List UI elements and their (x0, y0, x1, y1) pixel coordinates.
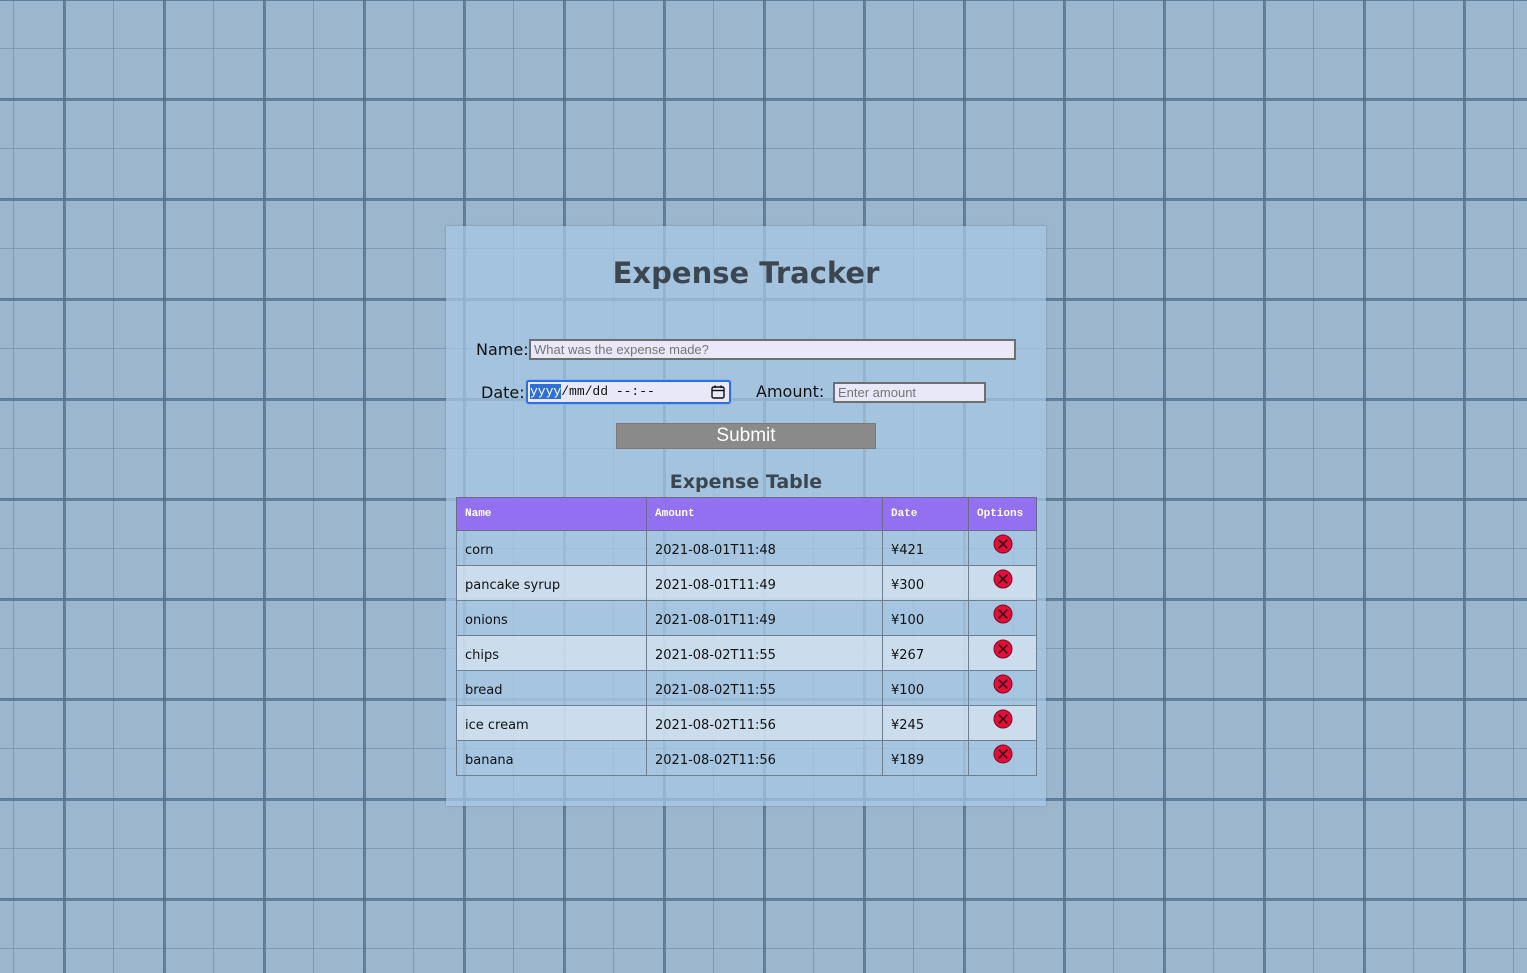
cell-name: banana (456, 740, 647, 776)
cell-date: ¥267 (882, 635, 969, 671)
cell-amount: 2021-08-01T11:49 (646, 600, 883, 636)
cell-options (968, 705, 1037, 741)
cell-name: chips (456, 635, 647, 671)
column-header-name: Name (456, 497, 647, 531)
cell-name: corn (456, 530, 647, 566)
cell-options (968, 530, 1037, 566)
calendar-icon[interactable] (711, 385, 725, 399)
amount-label: Amount: (756, 382, 825, 401)
cell-date: ¥100 (882, 600, 969, 636)
date-rest-segment[interactable]: /mm/dd --:-- (561, 384, 655, 399)
column-header-options: Options (968, 497, 1037, 531)
expense-tracker-card: Expense Tracker Name: Date: yyyy/mm/dd -… (446, 226, 1046, 806)
delete-icon[interactable] (993, 534, 1013, 554)
table-header-row: Name Amount Date Options (456, 497, 1037, 531)
cell-options (968, 600, 1037, 636)
cell-options (968, 670, 1037, 706)
amount-input[interactable] (833, 382, 986, 403)
date-year-segment[interactable]: yyyy (530, 384, 562, 399)
cell-date: ¥421 (882, 530, 969, 566)
cell-amount: 2021-08-02T11:56 (646, 740, 883, 776)
cell-amount: 2021-08-01T11:49 (646, 565, 883, 601)
delete-icon[interactable] (993, 674, 1013, 694)
cell-amount: 2021-08-02T11:55 (646, 670, 883, 706)
delete-icon[interactable] (993, 709, 1013, 729)
table-row: corn 2021-08-01T11:48 ¥421 (456, 530, 1037, 566)
table-row: onions 2021-08-01T11:49 ¥100 (456, 600, 1037, 636)
name-label: Name: (476, 340, 529, 359)
cell-date: ¥300 (882, 565, 969, 601)
cell-options (968, 565, 1037, 601)
submit-button[interactable]: Submit (616, 423, 876, 449)
cell-date: ¥245 (882, 705, 969, 741)
cell-date: ¥100 (882, 670, 969, 706)
cell-amount: 2021-08-02T11:56 (646, 705, 883, 741)
cell-name: pancake syrup (456, 565, 647, 601)
table-row: banana 2021-08-02T11:56 ¥189 (456, 740, 1037, 776)
table-row: ice cream 2021-08-02T11:56 ¥245 (456, 705, 1037, 741)
cell-options (968, 740, 1037, 776)
expense-table-title: Expense Table (669, 471, 823, 493)
cell-name: bread (456, 670, 647, 706)
cell-amount: 2021-08-01T11:48 (646, 530, 883, 566)
table-row: bread 2021-08-02T11:55 ¥100 (456, 670, 1037, 706)
table-row: pancake syrup 2021-08-01T11:49 ¥300 (456, 565, 1037, 601)
table-row: chips 2021-08-02T11:55 ¥267 (456, 635, 1037, 671)
expense-table: Name Amount Date Options corn 2021-08-01… (456, 497, 1037, 776)
cell-amount: 2021-08-02T11:55 (646, 635, 883, 671)
delete-icon[interactable] (993, 569, 1013, 589)
page-title: Expense Tracker (612, 256, 880, 290)
cell-date: ¥189 (882, 740, 969, 776)
delete-icon[interactable] (993, 744, 1013, 764)
cell-options (968, 635, 1037, 671)
cell-name: onions (456, 600, 647, 636)
date-label: Date: (481, 383, 525, 402)
date-input[interactable]: yyyy/mm/dd --:-- (526, 380, 731, 404)
column-header-amount: Amount (646, 497, 883, 531)
name-input[interactable] (529, 339, 1016, 360)
delete-icon[interactable] (993, 639, 1013, 659)
cell-name: ice cream (456, 705, 647, 741)
column-header-date: Date (882, 497, 969, 531)
delete-icon[interactable] (993, 604, 1013, 624)
